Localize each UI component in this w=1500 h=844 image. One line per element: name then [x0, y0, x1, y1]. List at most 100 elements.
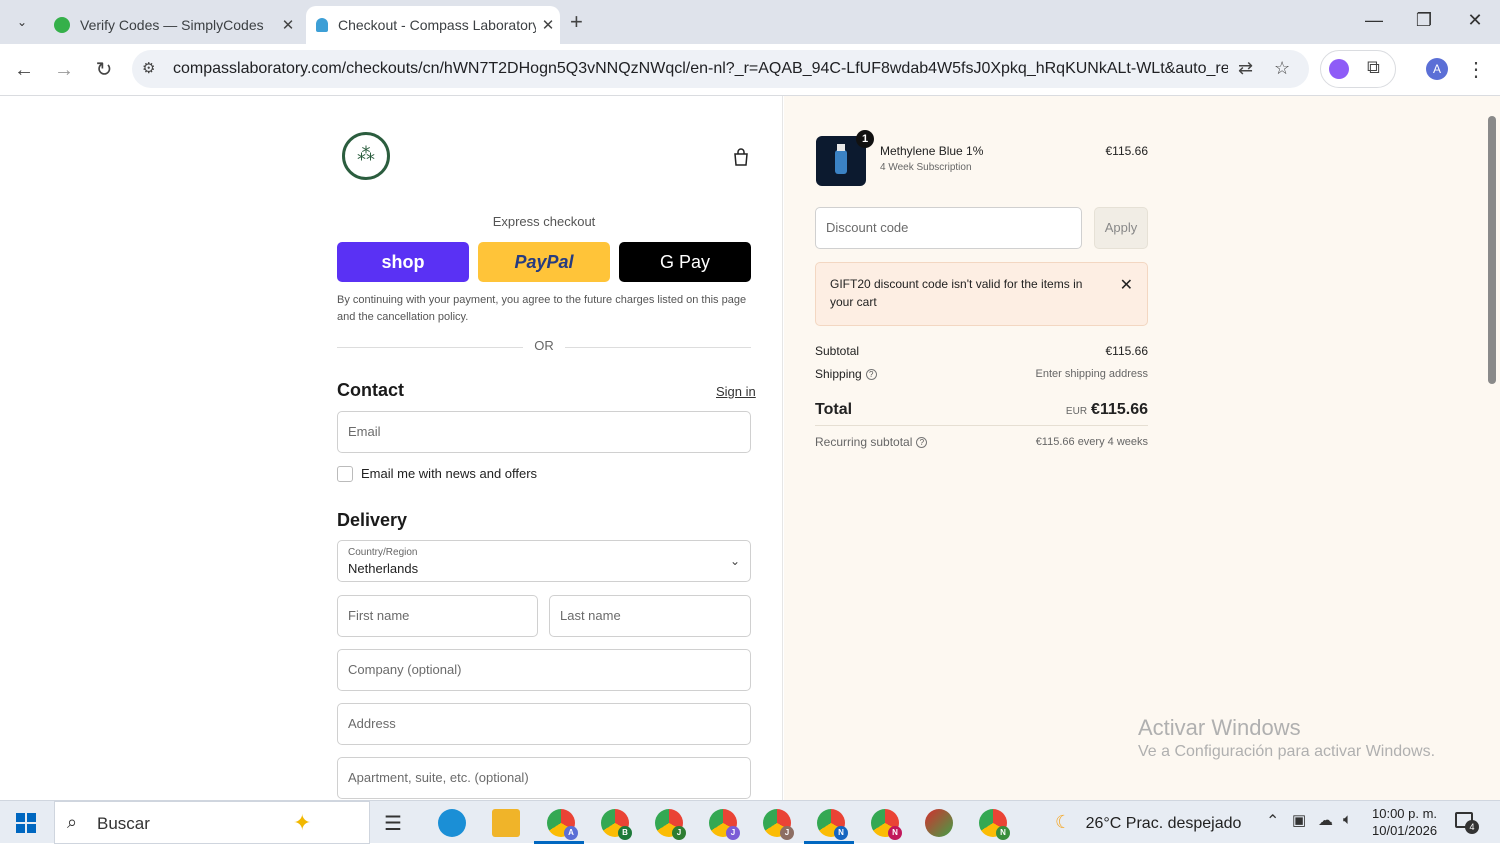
help-icon[interactable]: ?	[916, 437, 928, 449]
help-icon[interactable]: ?	[865, 369, 877, 381]
copilot-sparkle-icon: ✦	[293, 810, 312, 835]
paypal-button[interactable]: PayPal	[478, 242, 610, 282]
profile-avatar[interactable]: A	[1426, 58, 1448, 80]
apartment-field[interactable]: Apartment, suite, etc. (optional)	[337, 757, 751, 799]
express-checkout-label: Express checkout	[492, 214, 596, 229]
weather-text: 26°C Prac. despejado	[1085, 815, 1242, 832]
sign-in-link[interactable]: Sign in	[716, 384, 756, 399]
moon-cloud-icon: ☾	[1055, 812, 1072, 832]
onedrive-cloud-icon[interactable]: ☁	[1318, 811, 1333, 829]
error-message: GIFT20 discount code isn't valid for the…	[830, 277, 1083, 309]
weather-widget[interactable]: ☾ 26°C Prac. despejado	[1055, 809, 1241, 837]
browser-toolbar: ← → ↻ ⚙ compasslaboratory.com/checkouts/…	[0, 44, 1500, 96]
discount-code-input[interactable]: Discount code	[815, 207, 1082, 249]
task-view-icon[interactable]: ☰	[384, 811, 402, 836]
discount-error-banner: GIFT20 discount code isn't valid for the…	[815, 262, 1148, 326]
last-name-field[interactable]: Last name	[549, 595, 751, 637]
close-window-button[interactable]: ✕	[1455, 10, 1495, 31]
subtotal-value: €115.66	[1105, 344, 1149, 358]
search-label: Buscar	[97, 814, 150, 833]
chrome-profile-j-icon[interactable]: J	[709, 809, 740, 840]
close-icon[interactable]: ✕	[1120, 275, 1133, 295]
chevron-down-icon: ⌄	[729, 554, 740, 568]
apply-discount-button[interactable]: Apply	[1094, 207, 1148, 249]
shop-pay-button[interactable]: shop	[337, 242, 469, 282]
cart-bag-icon[interactable]	[733, 148, 749, 169]
total-value: €115.66	[1091, 401, 1148, 418]
tab-simplycodes[interactable]: Verify Codes — SimplyCodes ✕	[44, 6, 300, 44]
chrome-profile-b-icon[interactable]: B	[601, 809, 632, 840]
search-icon: ⌕	[67, 812, 78, 832]
checkout-form-panel: ⁂ Express checkout shop PayPal G Pay By …	[0, 96, 783, 800]
close-tab-icon[interactable]: ✕	[536, 16, 560, 34]
new-tab-button[interactable]: +	[570, 10, 583, 34]
chrome-profile-j-icon[interactable]: J	[655, 809, 686, 840]
extension-icon[interactable]	[1329, 59, 1349, 79]
recurring-value: €115.66 every 4 weeks	[1035, 436, 1148, 448]
menu-kebab-icon[interactable]: ⋮	[1464, 58, 1488, 82]
total-row: EUR €115.66	[1066, 401, 1148, 419]
date-text: 10/01/2026	[1372, 823, 1438, 838]
notification-count: 4	[1465, 820, 1479, 834]
chrome-profile-n-icon[interactable]: N	[979, 809, 1010, 840]
or-label: OR	[534, 338, 554, 353]
activation-watermark-subtitle: Ve a Configuración para activar Windows.	[1138, 743, 1436, 760]
clock[interactable]: 10:00 p. m. 10/01/2026	[1372, 805, 1437, 839]
subtotal-label: Subtotal	[815, 344, 860, 358]
file-explorer-icon[interactable]	[492, 809, 520, 837]
extensions-group: ⧉	[1320, 50, 1396, 88]
translate-icon[interactable]: ⇄	[1238, 58, 1253, 79]
email-offers-checkbox[interactable]	[337, 466, 353, 482]
contact-heading: Contact	[337, 380, 404, 400]
simplycodes-icon	[54, 17, 70, 33]
edge-icon[interactable]	[438, 809, 466, 837]
total-label: Total	[815, 401, 853, 418]
terms-text: By continuing with your payment, you agr…	[337, 294, 747, 323]
chrome-profile-a-icon[interactable]: A	[547, 809, 578, 840]
puzzle-icon[interactable]: ⧉	[1367, 57, 1380, 78]
tab-search-button[interactable]: ⌄	[10, 10, 34, 34]
notifications-icon[interactable]: 4	[1455, 812, 1479, 834]
restore-button[interactable]: ❐	[1404, 10, 1444, 31]
minimize-button[interactable]: —	[1354, 10, 1394, 31]
tab-title: Verify Codes — SimplyCodes	[80, 17, 264, 33]
product-price: €115.66	[1105, 144, 1149, 158]
site-info-icon[interactable]: ⚙	[142, 59, 155, 77]
windows-start-icon[interactable]	[16, 813, 36, 833]
currency-code: EUR	[1065, 406, 1088, 417]
url-text[interactable]: compasslaboratory.com/checkouts/cn/hWN7T…	[173, 60, 1228, 78]
scrollbar-thumb[interactable]	[1488, 116, 1496, 384]
shipping-label: Shipping	[815, 367, 862, 381]
email-offers-label: Email me with news and offers	[361, 466, 538, 481]
reload-button[interactable]: ↻	[92, 58, 116, 82]
quantity-badge: 1	[856, 130, 874, 148]
app-icon[interactable]	[925, 809, 953, 837]
chrome-profile-n-icon[interactable]: N	[871, 809, 902, 840]
tab-title: Checkout - Compass Laboratory	[338, 17, 536, 33]
time-text: 10:00 p. m.	[1372, 806, 1438, 821]
forward-button[interactable]: →	[52, 58, 76, 82]
close-tab-icon[interactable]: ✕	[276, 16, 300, 34]
address-field[interactable]: Address	[337, 703, 751, 745]
tab-strip: ⌄ Verify Codes — SimplyCodes ✕ Checkout …	[0, 0, 1500, 44]
shipping-row: Shipping?	[815, 367, 877, 381]
store-logo[interactable]: ⁂	[342, 132, 390, 180]
network-icon[interactable]: ▣	[1292, 811, 1306, 829]
bookmark-star-icon[interactable]: ☆	[1274, 58, 1290, 79]
country-select[interactable]: Country/Region Netherlands ⌄	[337, 540, 751, 582]
order-summary-panel: 1 Methylene Blue 1% 4 Week Subscription …	[784, 96, 1484, 800]
shopify-icon	[316, 18, 328, 32]
chevron-up-icon[interactable]: ⌃	[1266, 811, 1279, 831]
chrome-profile-n-icon[interactable]: N	[817, 809, 848, 840]
address-bar[interactable]: ⚙ compasslaboratory.com/checkouts/cn/hWN…	[132, 50, 1309, 88]
email-field[interactable]: Email	[337, 411, 751, 453]
google-pay-button[interactable]: G Pay	[619, 242, 751, 282]
tab-checkout[interactable]: Checkout - Compass Laboratory ✕	[306, 6, 560, 44]
company-field[interactable]: Company (optional)	[337, 649, 751, 691]
chrome-profile-j-icon[interactable]: J	[763, 809, 794, 840]
back-button[interactable]: ←	[12, 58, 36, 82]
first-name-field[interactable]: First name	[337, 595, 538, 637]
page-scrollbar[interactable]	[1484, 96, 1500, 800]
taskbar-search[interactable]: ⌕ Buscar ✦	[54, 801, 370, 844]
volume-icon[interactable]: 🔈︎	[1343, 811, 1352, 828]
